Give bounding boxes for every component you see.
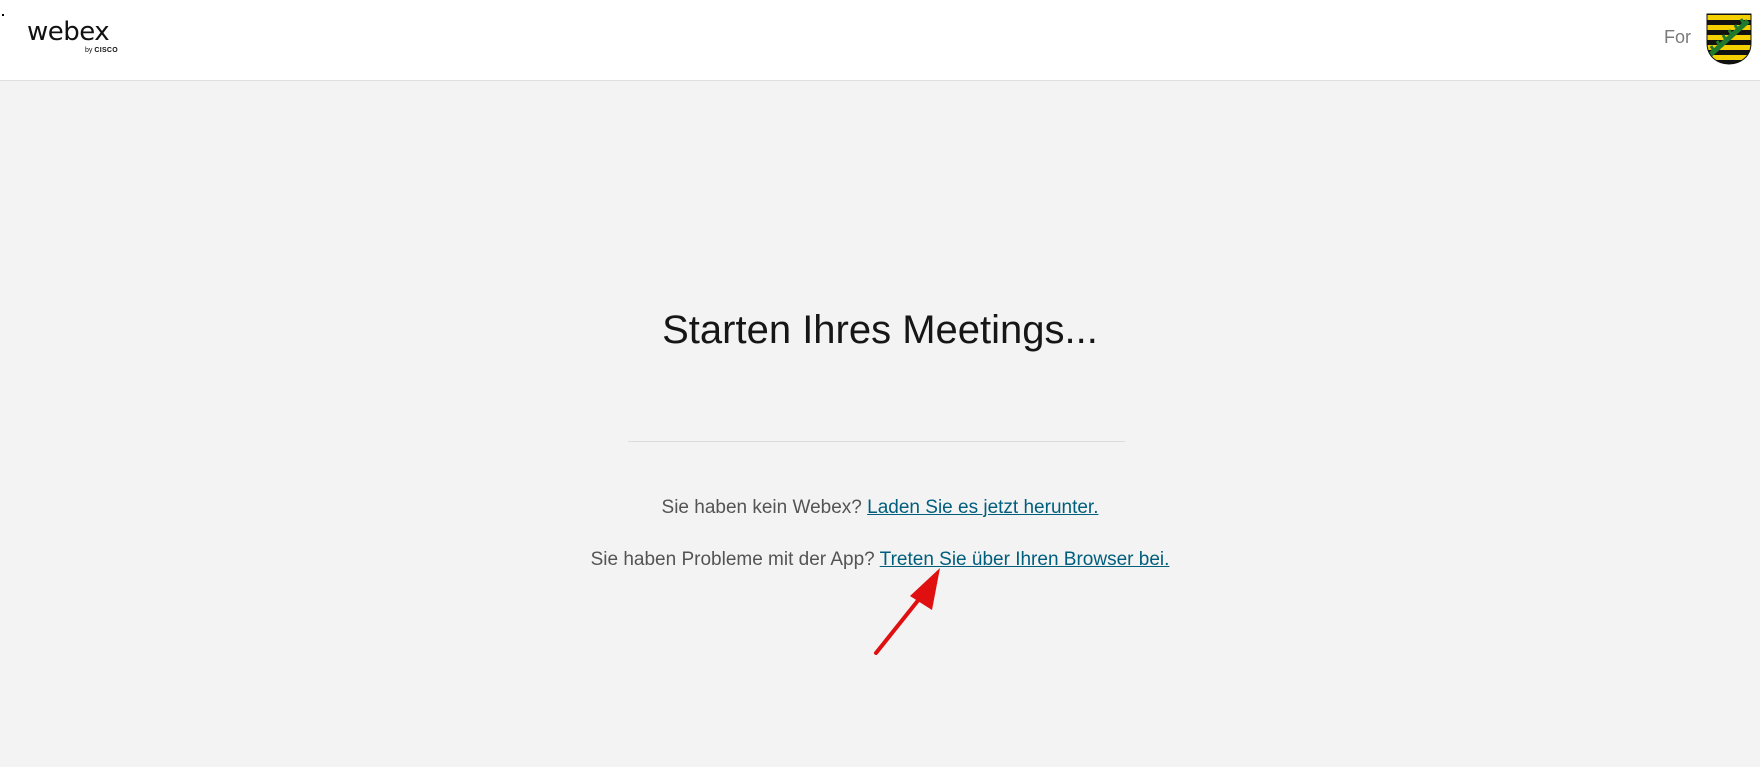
saxony-crest-icon [1706,13,1752,65]
logo-by-cisco: by CISCO [85,46,118,55]
divider [628,441,1125,442]
page-title: Starten Ihres Meetings... [662,308,1098,352]
top-header: webex by CISCO For [0,0,1760,81]
logo-brand-text: CISCO [94,47,119,54]
browser-prompt: Sie haben Probleme mit der App? [590,549,875,570]
logo-wordmark: webex [27,17,110,47]
webex-logo[interactable]: webex by CISCO [27,18,127,58]
logo-by-text: by [85,47,93,54]
download-row: Sie haben kein Webex? Laden Sie es jetzt… [0,496,1760,520]
download-prompt: Sie haben kein Webex? [661,497,862,518]
red-arrow-icon [874,568,940,655]
org-prefix-label: For [1664,27,1691,47]
stray-dot [2,14,4,16]
download-link[interactable]: Laden Sie es jetzt herunter. [867,497,1098,518]
